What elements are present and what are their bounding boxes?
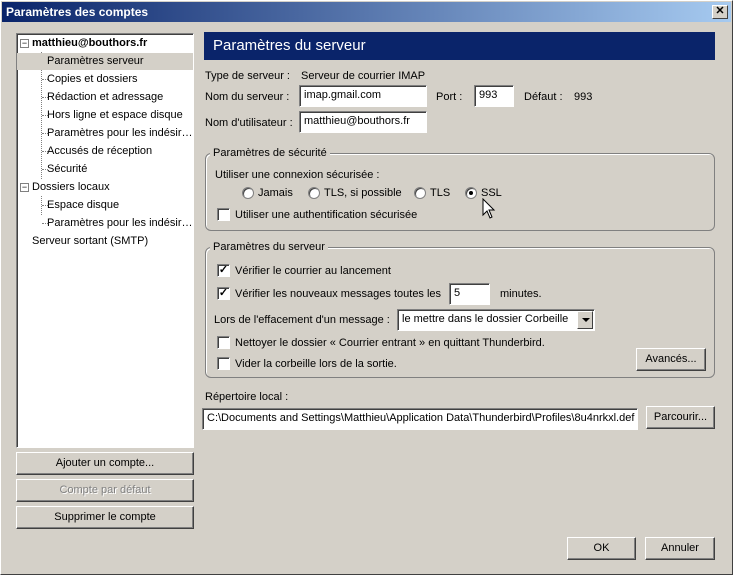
mouse-cursor-icon xyxy=(482,198,496,219)
tree-item-copies[interactable]: Copies et dossiers xyxy=(47,71,138,88)
server-type-label: Type de serveur : xyxy=(205,70,290,82)
collapse-icon[interactable]: − xyxy=(20,39,29,48)
radio-tls-label[interactable]: TLS xyxy=(430,187,450,199)
username-label: Nom d'utilisateur : xyxy=(205,117,293,129)
default-port-label: Défaut : xyxy=(524,91,563,103)
clean-inbox-checkbox[interactable] xyxy=(217,336,230,349)
radio-selected-dot xyxy=(469,191,473,195)
account-tree[interactable]: − matthieu@bouthors.fr Paramètres serveu… xyxy=(16,33,194,448)
tree-item-junk[interactable]: Paramètres pour les indésir… xyxy=(47,125,193,142)
local-dir-field[interactable]: C:\Documents and Settings\Matthieu\Appli… xyxy=(202,408,638,430)
tree-item-composition[interactable]: Rédaction et adressage xyxy=(47,89,163,106)
browse-button[interactable]: Parcourir... xyxy=(646,406,715,429)
tree-smtp[interactable]: Serveur sortant (SMTP) xyxy=(32,233,148,250)
account-settings-window: Paramètres des comptes ✕ − matthieu@bout… xyxy=(0,0,733,575)
ok-button[interactable]: OK xyxy=(567,537,636,560)
empty-trash-label[interactable]: Vider la corbeille lors de la sortie. xyxy=(235,358,397,370)
add-account-button[interactable]: Ajouter un compte... xyxy=(16,452,194,475)
tree-item-disk-space[interactable]: Espace disque xyxy=(47,197,119,214)
collapse-icon[interactable]: − xyxy=(20,183,29,192)
secure-auth-label[interactable]: Utiliser une authentification sécurisée xyxy=(235,209,417,221)
check-on-start-label[interactable]: Vérifier le courrier au lancement xyxy=(235,265,391,277)
on-delete-label: Lors de l'effacement d'un message : xyxy=(214,314,390,326)
check-on-start-checkbox[interactable]: ✓ xyxy=(217,264,230,277)
port-field[interactable]: 993 xyxy=(474,85,514,107)
local-dir-label: Répertoire local : xyxy=(205,391,289,403)
minutes-field[interactable]: 5 xyxy=(449,283,490,305)
chevron-down-icon[interactable] xyxy=(577,311,593,329)
on-delete-value: le mettre dans le dossier Corbeille xyxy=(402,313,569,325)
server-name-field[interactable]: imap.gmail.com xyxy=(299,85,427,107)
secure-auth-checkbox[interactable] xyxy=(217,208,230,221)
radio-tls-if-possible[interactable] xyxy=(308,187,320,199)
empty-trash-checkbox[interactable] xyxy=(217,357,230,370)
default-port-value: 993 xyxy=(574,91,593,103)
security-group-title: Paramètres de sécurité xyxy=(210,147,330,159)
cancel-button[interactable]: Annuler xyxy=(645,537,715,560)
title-bar[interactable]: Paramètres des comptes ✕ xyxy=(2,2,731,22)
minutes-label: minutes. xyxy=(500,288,542,300)
port-label: Port : xyxy=(436,91,463,103)
advanced-button[interactable]: Avancés... xyxy=(636,348,706,371)
username-field[interactable]: matthieu@bouthors.fr xyxy=(299,111,427,133)
server-name-label: Nom du serveur : xyxy=(205,91,290,103)
page-title: Paramètres du serveur xyxy=(204,32,715,60)
tree-local-folders[interactable]: Dossiers locaux xyxy=(32,179,110,196)
delete-account-button[interactable]: Supprimer le compte xyxy=(16,506,194,529)
clean-inbox-label[interactable]: Nettoyer le dossier « Courrier entrant »… xyxy=(235,337,545,349)
default-account-button[interactable]: Compte par défaut xyxy=(16,479,194,502)
close-button[interactable]: ✕ xyxy=(712,5,728,19)
server-settings-group-title: Paramètres du serveur xyxy=(210,241,328,253)
server-type-value: Serveur de courrier IMAP xyxy=(301,70,426,82)
check-every-checkbox[interactable]: ✓ xyxy=(217,287,230,300)
secure-connection-label: Utiliser une connexion sécurisée : xyxy=(215,169,380,181)
radio-tls[interactable] xyxy=(414,187,426,199)
tree-item-local-junk[interactable]: Paramètres pour les indésir… xyxy=(47,215,193,232)
tree-item-security[interactable]: Sécurité xyxy=(47,161,87,178)
radio-never[interactable] xyxy=(242,187,254,199)
radio-never-label[interactable]: Jamais xyxy=(258,187,293,199)
radio-ssl[interactable] xyxy=(465,187,477,199)
window-title: Paramètres des comptes xyxy=(6,5,149,19)
tree-item-server-settings[interactable]: Paramètres serveur xyxy=(17,53,193,70)
check-every-label[interactable]: Vérifier les nouveaux messages toutes le… xyxy=(235,288,441,300)
tree-account[interactable]: matthieu@bouthors.fr xyxy=(32,35,147,52)
tree-item-offline[interactable]: Hors ligne et espace disque xyxy=(47,107,183,124)
tree-item-receipts[interactable]: Accusés de réception xyxy=(47,143,152,160)
radio-tls-if-possible-label[interactable]: TLS, si possible xyxy=(324,187,402,199)
on-delete-select[interactable]: le mettre dans le dossier Corbeille xyxy=(397,309,595,331)
